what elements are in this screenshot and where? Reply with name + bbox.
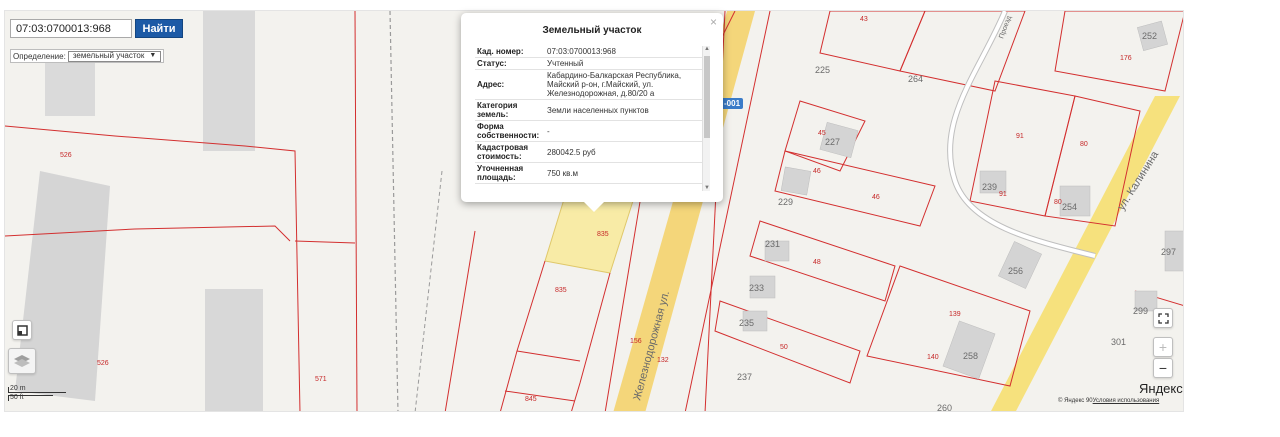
copyright-text: © Яндекс (1058, 398, 1085, 404)
row-value: 280042.5 руб (545, 141, 705, 163)
search-button[interactable]: Найти (135, 19, 183, 38)
zoom-in-button[interactable]: + (1153, 337, 1173, 357)
house-number: 231 (765, 239, 780, 249)
chevron-down-icon: ▼ (149, 52, 157, 59)
house-number: 239 (982, 182, 997, 192)
table-row: Кадастровая стоимость: 280042.5 руб (475, 141, 705, 163)
parcel-label: 835 (555, 287, 567, 294)
parcel-label: 50 (780, 344, 788, 351)
house-number: 235 (739, 318, 754, 328)
parcel-label: 835 (597, 231, 609, 238)
house-number: 252 (1142, 31, 1157, 41)
map-copyright: © Яндекс 90Условия использования (1058, 398, 1159, 404)
building (203, 11, 255, 151)
popup-title: Земельный участок (542, 25, 642, 36)
parcel-label: 156 (630, 338, 642, 345)
house-number: 301 (1111, 337, 1126, 347)
scroll-up-icon[interactable]: ▲ (703, 46, 711, 52)
parcel-label: 43 (860, 16, 868, 23)
yandex-logo: Яндекс (1139, 381, 1183, 396)
parcel-info-popup: × Земельный участок Кад. номер: 07:03:070… (461, 13, 723, 212)
house-number: 264 (908, 74, 923, 84)
house-number: 260 (937, 403, 952, 412)
popup-scrollbar[interactable]: ▲ ▼ (702, 46, 710, 191)
road-number-badge: -001 (721, 98, 744, 109)
row-value: Учтенный (545, 57, 705, 70)
parcel-label: 526 (97, 360, 109, 367)
house-number: 227 (825, 137, 840, 147)
house-number: 225 (815, 65, 830, 75)
search-bar: Найти (10, 19, 183, 38)
parcel-label: 46 (813, 168, 821, 175)
table-row: Категория земель: Земли населенных пункто… (475, 99, 705, 121)
table-row: Уточненная площадь: 750 кв.м (475, 162, 705, 184)
table-row: Адрес: Кабардино-Балкарская Республика, М… (475, 69, 705, 100)
parcel-label: 80 (1054, 199, 1062, 206)
house-number: 233 (749, 283, 764, 293)
building (45, 61, 95, 116)
parcel-label: 139 (949, 311, 961, 318)
table-row: Форма собственности: - (475, 120, 705, 142)
parcel-label: 91 (1016, 133, 1024, 140)
row-key: Уточненная площадь: (475, 162, 545, 184)
table-row: Статус: Учтенный (475, 57, 705, 70)
definition-label: Определение: (13, 51, 66, 61)
scale-metric-label: 20 m (10, 385, 26, 392)
parcel-label: 45 (818, 130, 826, 137)
row-value: 750 кв.м (545, 162, 705, 184)
fullscreen-icon (1157, 312, 1169, 324)
parcel-label: 80 (1080, 141, 1088, 148)
row-value: - (545, 120, 705, 142)
row-value: Земли населенных пунктов (545, 99, 705, 121)
house-number: 299 (1133, 306, 1148, 316)
parcel-label: 48 (813, 259, 821, 266)
parcel-label: 526 (60, 152, 72, 159)
row-key: Адрес: (475, 69, 545, 100)
minus-icon: − (1158, 360, 1168, 376)
frame-icon (16, 324, 28, 336)
parcel-label: 132 (657, 357, 669, 364)
terms-link[interactable]: Условия использования (1093, 398, 1160, 404)
house-number: 229 (778, 197, 793, 207)
parcel-label: 46 (872, 194, 880, 201)
parcel-label: 845 (525, 396, 537, 403)
layers-toggle-button[interactable] (12, 320, 32, 340)
scrollbar-thumb[interactable] (704, 56, 710, 138)
row-value: 07:03:0700013:968 (545, 46, 705, 58)
row-key: Форма собственности: (475, 120, 545, 142)
layers-icon (14, 355, 30, 367)
table-row: Кад. номер: 07:03:0700013:968 (475, 46, 705, 58)
parcel-info-table: Кад. номер: 07:03:0700013:968 Статус: Учте… (475, 46, 707, 191)
definition-selector: Определение: земельный участок ▼ (10, 49, 165, 63)
row-value: Кабардино-Балкарская Республика, Майский… (545, 69, 705, 100)
fullscreen-button[interactable] (1153, 308, 1173, 328)
row-key: Кад. номер: (475, 46, 545, 58)
definition-selected-value: земельный участок (72, 51, 145, 60)
house-number: 297 (1161, 247, 1176, 257)
house-number: 256 (1008, 266, 1023, 276)
scroll-down-icon[interactable]: ▼ (703, 185, 711, 191)
map-layers-button[interactable] (8, 348, 36, 374)
terms-number: 90 (1085, 398, 1093, 404)
house-number: 254 (1062, 202, 1077, 212)
zoom-out-button[interactable]: − (1153, 358, 1173, 378)
plus-icon: + (1158, 339, 1168, 355)
scale-bar-imperial (8, 395, 53, 401)
parcel-label: 571 (315, 376, 327, 383)
parcel-label: 176 (1120, 55, 1132, 62)
cadastral-search-input[interactable] (10, 19, 132, 38)
row-key: Категория земель: (475, 99, 545, 121)
definition-select[interactable]: земельный участок ▼ (67, 50, 162, 62)
row-key: Статус: (475, 57, 545, 70)
parcel-label: 91 (999, 191, 1007, 198)
building (205, 289, 263, 411)
parcel-label: 140 (927, 354, 939, 361)
row-key: Кадастровая стоимость: (475, 141, 545, 163)
house-number: 237 (737, 372, 752, 382)
house-number: 258 (963, 351, 978, 361)
